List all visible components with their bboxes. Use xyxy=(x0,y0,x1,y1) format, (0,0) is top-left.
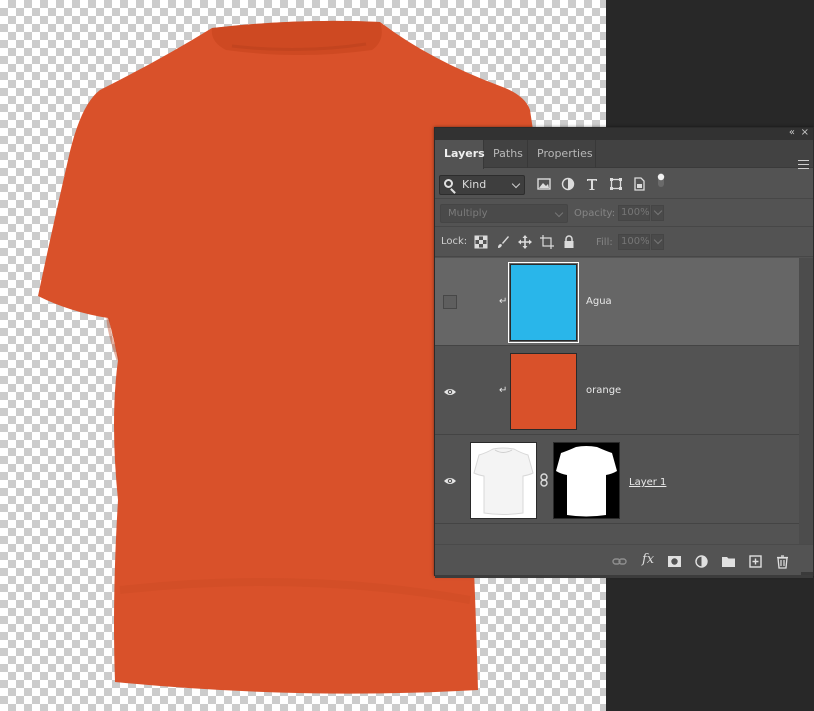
blend-mode-value: Multiply xyxy=(448,208,488,219)
hamburger-menu-icon[interactable] xyxy=(798,160,809,169)
search-icon xyxy=(444,179,453,188)
layer-row-layer-1[interactable]: Layer 1 xyxy=(435,436,800,524)
layer-row-agua[interactable]: ↵ Agua xyxy=(435,258,800,346)
type-layer-filter-icon[interactable] xyxy=(584,176,600,192)
add-mask-icon[interactable] xyxy=(667,554,682,569)
link-layers-icon[interactable] xyxy=(612,554,627,569)
group-folder-icon[interactable] xyxy=(721,554,736,569)
adjustment-layer-filter-icon[interactable] xyxy=(560,176,576,192)
panel-title-bar[interactable]: « × xyxy=(435,127,813,140)
blend-mode-row: Multiply Opacity: 100% xyxy=(435,199,813,227)
layer-filter-row: Kind xyxy=(435,169,813,199)
eye-icon[interactable] xyxy=(443,384,457,398)
layer-mask-thumbnail[interactable] xyxy=(553,442,620,519)
fill-slider-dropdown[interactable] xyxy=(651,234,664,250)
trash-icon[interactable] xyxy=(775,554,790,569)
opacity-field[interactable]: 100% xyxy=(618,205,650,221)
collapse-panel-icon[interactable]: « xyxy=(789,127,795,139)
tab-paths[interactable]: Paths xyxy=(484,140,528,168)
lock-label: Lock: xyxy=(441,236,468,247)
blend-mode-select[interactable]: Multiply xyxy=(440,204,568,223)
eye-icon[interactable] xyxy=(443,473,457,487)
white-tshirt-thumbnail xyxy=(473,447,534,515)
fx-icon[interactable]: fx xyxy=(642,552,654,567)
smart-object-filter-icon[interactable] xyxy=(631,176,647,192)
layer-name-orange[interactable]: orange xyxy=(586,385,621,396)
tab-properties[interactable]: Properties xyxy=(528,140,596,168)
lock-all-icon[interactable] xyxy=(562,234,576,248)
panel-tab-bar: Layers Paths Properties xyxy=(435,140,813,169)
tshirt-mask-shape xyxy=(556,446,617,517)
layer-thumbnail-orange[interactable] xyxy=(510,353,577,430)
layers-panel: « × Layers Paths Properties Kind Multipl… xyxy=(434,127,814,578)
lock-artboard-icon[interactable] xyxy=(540,234,554,249)
visibility-toggle-empty[interactable] xyxy=(443,295,457,309)
opacity-slider-dropdown[interactable] xyxy=(651,205,664,221)
lock-transparent-pixels-icon[interactable] xyxy=(474,234,488,249)
layer-name-layer-1[interactable]: Layer 1 xyxy=(629,477,666,488)
fill-label: Fill: xyxy=(596,237,613,248)
layer-list-scrollbar[interactable] xyxy=(799,258,813,544)
chevron-down-icon xyxy=(554,208,564,218)
panel-bottom-edge xyxy=(435,575,813,578)
layer-thumbnail-agua[interactable] xyxy=(508,262,579,343)
layer-row-orange[interactable]: ↵ orange xyxy=(435,347,800,435)
mask-link-icon[interactable] xyxy=(539,473,549,487)
filter-kind-label: Kind xyxy=(462,178,487,191)
adjustment-layer-icon[interactable] xyxy=(694,554,709,569)
shape-layer-filter-icon[interactable] xyxy=(608,176,624,192)
lock-row: Lock: Fill: 100% xyxy=(435,227,813,257)
lock-image-pixels-icon[interactable] xyxy=(496,234,510,248)
filter-toggle-icon[interactable] xyxy=(653,172,669,188)
pixel-layer-filter-icon[interactable] xyxy=(536,176,552,192)
clipping-mask-arrow-icon: ↵ xyxy=(499,296,508,307)
new-layer-icon[interactable] xyxy=(748,554,763,569)
close-panel-icon[interactable]: × xyxy=(801,127,809,139)
layer-thumbnail-layer-1[interactable] xyxy=(470,442,537,519)
filter-kind-select[interactable]: Kind xyxy=(439,175,525,195)
clipping-mask-arrow-icon: ↵ xyxy=(499,385,508,396)
opacity-label: Opacity: xyxy=(574,208,616,219)
lock-position-icon[interactable] xyxy=(518,234,532,249)
chevron-down-icon xyxy=(511,179,521,189)
layer-list: ↵ Agua ↵ orange Layer 1 xyxy=(435,258,800,544)
layer-name-agua[interactable]: Agua xyxy=(586,296,612,307)
layers-bottom-toolbar: fx xyxy=(435,544,813,576)
tab-layers[interactable]: Layers xyxy=(435,140,485,169)
fill-field[interactable]: 100% xyxy=(618,234,650,250)
